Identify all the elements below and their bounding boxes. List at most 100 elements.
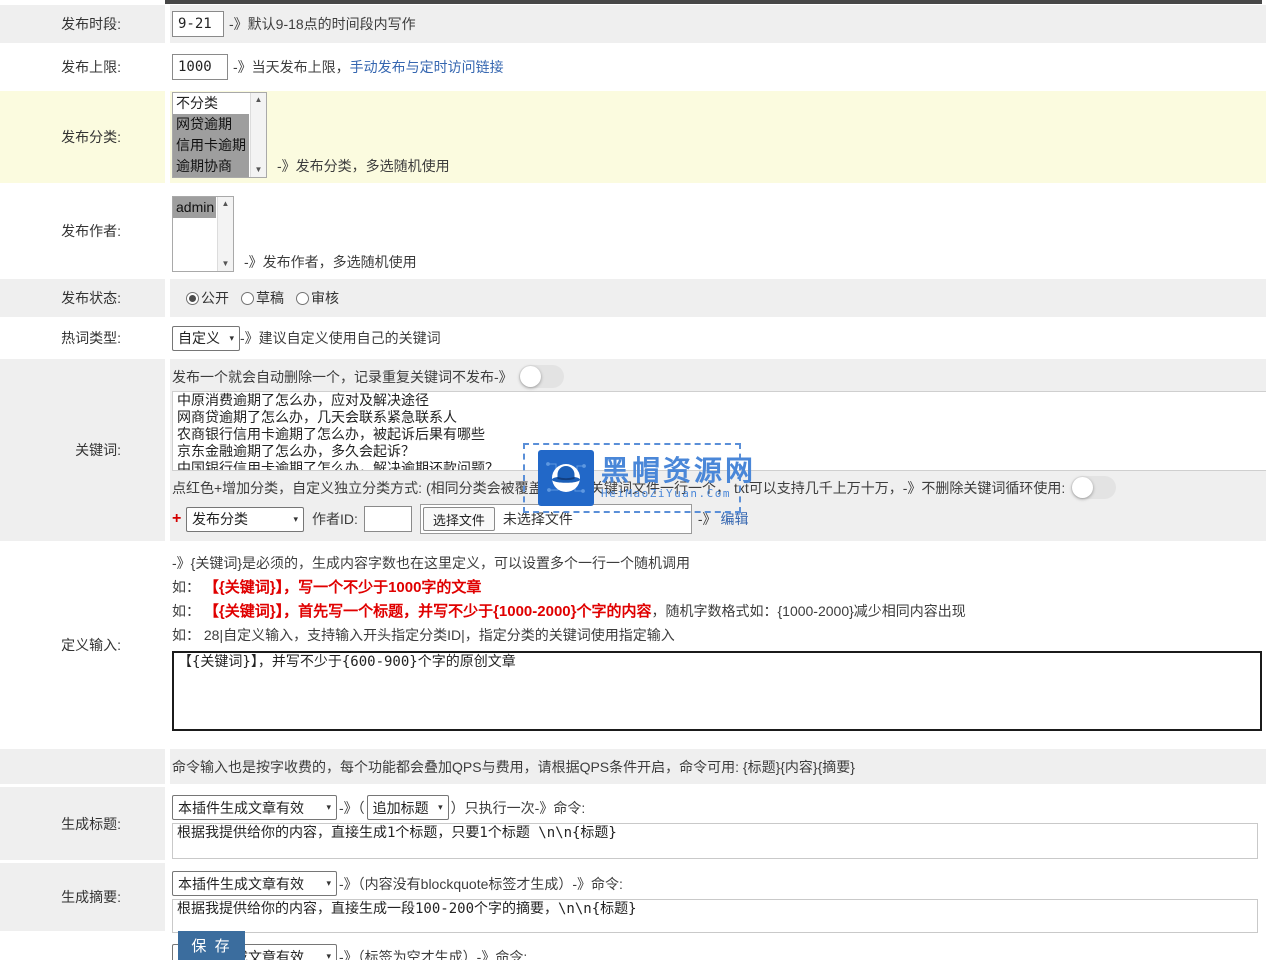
author-option[interactable]: admin: [173, 197, 216, 218]
row-custom-input: 定义输入: -》{关键词}是必须的，生成内容字数也在这里定义，可以设置多个一行一…: [0, 544, 1266, 746]
status-radio[interactable]: 草稿: [241, 288, 284, 308]
publish-time-input[interactable]: [172, 11, 224, 37]
radio-label: 草稿: [256, 288, 284, 308]
empty-label: [0, 934, 165, 960]
previous-textarea-edge: [165, 0, 1262, 4]
scroll-down-icon[interactable]: ▼: [222, 260, 230, 268]
status-radio[interactable]: 审核: [296, 288, 339, 308]
title-sep1: -》（: [339, 798, 365, 818]
summary-scope-select[interactable]: 本插件生成文章有效 ▾: [172, 871, 337, 896]
select-value: 发布分类: [192, 509, 248, 529]
scroll-up-icon[interactable]: ▲: [222, 200, 230, 208]
publish-limit-input[interactable]: [172, 54, 228, 80]
status-radio-group: 公开 草稿 审核: [186, 288, 351, 308]
command-notice-text: 命令输入也是按字收费的，每个功能都会叠加QPS与费用，请根据QPS条件开启，命令…: [172, 757, 855, 777]
radio-icon: [296, 292, 309, 305]
summary-command-textarea[interactable]: 根据我提供给你的内容，直接生成一段100-200个字的摘要，\n\n{标题}: [172, 899, 1258, 933]
chevron-down-icon: ▾: [326, 878, 331, 889]
auto-delete-toggle[interactable]: [519, 365, 564, 388]
title-mode-select[interactable]: 追加标题 ▾: [367, 795, 449, 820]
auto-delete-hint: 发布一个就会自动删除一个，记录重复关键词不发布-》: [172, 367, 513, 387]
save-button[interactable]: 保 存: [178, 931, 245, 960]
title-sep2: ）只执行一次-》命令:: [451, 798, 586, 818]
category-multiselect[interactable]: 不分类网贷逾期信用卡逾期逾期协商 ▲ ▼: [172, 92, 267, 178]
chevron-down-icon: ▾: [229, 333, 234, 344]
generate-title-label: 生成标题:: [0, 787, 165, 860]
row-publish-author: 发布作者: admin ▲ ▼ -》发布作者，多选随机使用: [0, 186, 1266, 276]
keywords-textarea[interactable]: 中原消费逾期了怎么办，应对及解决途径 网商贷逾期了怎么办，几天会联系紧急联系人 …: [172, 391, 1266, 471]
publish-status-label: 发布状态:: [0, 279, 165, 317]
title-scope-select[interactable]: 本插件生成文章有效 ▾: [172, 795, 337, 820]
custom-input-rule: -》{关键词}是必须的，生成内容字数也在这里定义，可以设置多个一行一个随机调用: [172, 555, 1266, 572]
toggle-knob: [1072, 477, 1093, 498]
manual-publish-link[interactable]: 手动发布与定时访问链接: [350, 57, 504, 77]
scroll-down-icon[interactable]: ▼: [255, 166, 263, 174]
chevron-down-icon: ▾: [326, 951, 331, 960]
keyword-category-select[interactable]: 发布分类 ▾: [186, 507, 304, 532]
example-prefix: 如：: [172, 579, 204, 595]
toggle-knob: [520, 366, 541, 387]
title-command-textarea[interactable]: 根据我提供给你的内容，直接生成1个标题，只要1个标题 \n\n{标题}: [172, 823, 1258, 859]
hotword-type-label: 热词类型:: [0, 320, 165, 356]
add-category-button[interactable]: +: [172, 510, 186, 528]
select-value: 本插件生成文章有效: [178, 874, 304, 894]
edit-keywords-link[interactable]: 编辑: [720, 509, 748, 529]
publish-time-hint: -》默认9-18点的时间段内写作: [229, 14, 416, 34]
publish-limit-label: 发布上限:: [0, 46, 165, 88]
select-value: 本插件生成文章有效: [178, 798, 304, 818]
row-publish-status: 发布状态: 公开 草稿 审核: [0, 279, 1266, 317]
category-option[interactable]: 逾期协商: [173, 156, 249, 177]
keywords-label: 关键词:: [0, 359, 165, 541]
row-generate-title: 生成标题: 本插件生成文章有效 ▾ -》（ 追加标题 ▾ ）只执行一次-》命令:…: [0, 787, 1266, 860]
category-scrollbar[interactable]: ▲ ▼: [250, 93, 266, 177]
category-tip: 点红色+增加分类，自定义独立分类方式: (相同分类会被覆盖)，传txt关键词文件…: [172, 478, 1069, 498]
chevron-down-icon: ▾: [326, 802, 331, 813]
author-scrollbar[interactable]: ▲ ▼: [217, 197, 233, 271]
author-id-input[interactable]: [364, 506, 412, 532]
keyword-file-input[interactable]: 选择文件 未选择文件: [420, 504, 692, 534]
category-option[interactable]: 不分类: [173, 93, 249, 114]
author-id-label: 作者ID:: [312, 509, 358, 529]
publish-category-hint: -》发布分类，多选随机使用: [277, 156, 450, 176]
category-option[interactable]: 网贷逾期: [173, 114, 249, 135]
publish-author-hint: -》发布作者，多选随机使用: [244, 252, 417, 272]
select-value: 追加标题: [373, 798, 429, 818]
chevron-down-icon: ▾: [438, 802, 443, 813]
keyword-loop-toggle[interactable]: [1071, 476, 1116, 499]
empty-label: [0, 749, 165, 784]
category-option[interactable]: 信用卡逾期: [173, 135, 249, 156]
hotword-type-select[interactable]: 自定义 ▾: [172, 326, 240, 351]
choose-file-button[interactable]: 选择文件: [423, 507, 495, 531]
publish-category-label: 发布分类:: [0, 91, 165, 183]
publish-limit-hint: -》当天发布上限，: [233, 57, 350, 77]
publish-author-label: 发布作者:: [0, 186, 165, 276]
row-hotword-type: 热词类型: 自定义 ▾ -》建议自定义使用自己的关键词: [0, 320, 1266, 356]
custom-input-textarea[interactable]: 【{关键词}】，并写不少于{600-900}个字的原创文章: [172, 651, 1262, 731]
summary-sep: -》（内容没有blockquote标签才生成）-》命令:: [339, 874, 623, 894]
status-radio[interactable]: 公开: [186, 288, 229, 308]
scroll-up-icon[interactable]: ▲: [255, 96, 263, 104]
example-3: 如： 28|自定义输入，支持输入开头指定分类ID|，指定分类的关键词使用指定输入: [172, 627, 1266, 644]
generate-summary-label: 生成摘要:: [0, 863, 165, 931]
select-value: 自定义: [178, 328, 220, 348]
row-keywords: 关键词: 发布一个就会自动删除一个，记录重复关键词不发布-》 中原消费逾期了怎么…: [0, 359, 1266, 541]
radio-label: 公开: [201, 288, 229, 308]
publish-time-label: 发布时段:: [0, 5, 165, 43]
row-generate-summary: 生成摘要: 本插件生成文章有效 ▾ -》（内容没有blockquote标签才生成…: [0, 863, 1266, 931]
radio-icon: [186, 292, 199, 305]
tag-sep: -》（标签为空才生成）-》命令:: [339, 947, 527, 960]
chevron-down-icon: ▾: [293, 514, 298, 525]
row-publish-time: 发布时段: -》默认9-18点的时间段内写作: [0, 5, 1266, 43]
author-multiselect[interactable]: admin ▲ ▼: [172, 196, 234, 272]
row-publish-category: 发布分类: 不分类网贷逾期信用卡逾期逾期协商 ▲ ▼ -》发布分类，多选随机使用: [0, 91, 1266, 183]
example-prefix: 如：: [172, 603, 204, 619]
file-status-text: 未选择文件: [503, 509, 573, 529]
custom-input-label: 定义输入:: [0, 544, 165, 746]
radio-icon: [241, 292, 254, 305]
radio-label: 审核: [311, 288, 339, 308]
edit-arrow: -》: [698, 509, 721, 529]
plugin-settings-page: 发布时段: -》默认9-18点的时间段内写作 发布上限: -》当天发布上限， 手…: [0, 0, 1266, 960]
hotword-type-hint: -》建议自定义使用自己的关键词: [240, 328, 441, 348]
example-2: 【{关键词}】，首先写一个标题，并写不少于{1000-2000}个字的内容: [204, 603, 652, 620]
example-2-note: ，随机字数格式如：{1000-2000}减少相同内容出现: [651, 603, 965, 619]
